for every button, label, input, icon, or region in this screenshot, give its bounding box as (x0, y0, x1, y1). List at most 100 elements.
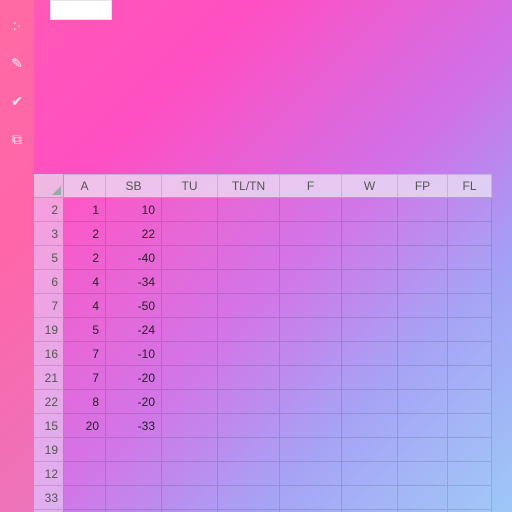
cell[interactable] (64, 438, 106, 462)
row-header[interactable]: 19 (34, 318, 64, 342)
cell[interactable]: -20 (106, 366, 162, 390)
cell[interactable] (398, 318, 448, 342)
cell[interactable]: 2 (64, 222, 106, 246)
cell[interactable] (162, 222, 218, 246)
name-box-input[interactable] (50, 0, 112, 20)
cell[interactable] (280, 462, 342, 486)
cell[interactable] (398, 390, 448, 414)
row-header[interactable]: 3 (34, 222, 64, 246)
cell[interactable] (448, 462, 492, 486)
col-header-TU[interactable]: TU (162, 174, 218, 198)
cell[interactable] (218, 318, 280, 342)
cell[interactable] (218, 198, 280, 222)
cell[interactable] (342, 246, 398, 270)
cell[interactable] (280, 390, 342, 414)
cell[interactable] (448, 486, 492, 510)
cell[interactable] (398, 486, 448, 510)
cell[interactable] (162, 294, 218, 318)
cell[interactable] (342, 342, 398, 366)
cell[interactable] (280, 294, 342, 318)
cell[interactable]: -34 (106, 270, 162, 294)
cell[interactable] (398, 246, 448, 270)
cell[interactable] (342, 198, 398, 222)
cell[interactable] (218, 462, 280, 486)
cell[interactable] (162, 414, 218, 438)
cell[interactable] (162, 390, 218, 414)
row-header[interactable]: 21 (34, 366, 64, 390)
cell[interactable] (448, 318, 492, 342)
cell[interactable] (218, 294, 280, 318)
menu-dots-icon[interactable]: :· (8, 16, 26, 34)
cell[interactable] (342, 486, 398, 510)
cell[interactable] (448, 246, 492, 270)
cell[interactable]: -33 (106, 414, 162, 438)
cell[interactable] (280, 414, 342, 438)
cell[interactable] (342, 366, 398, 390)
cell[interactable] (342, 270, 398, 294)
cell[interactable] (448, 222, 492, 246)
cell[interactable] (280, 246, 342, 270)
cell[interactable] (280, 222, 342, 246)
cell[interactable]: 10 (106, 198, 162, 222)
cell[interactable] (448, 366, 492, 390)
cell[interactable]: -20 (106, 390, 162, 414)
cell[interactable] (106, 462, 162, 486)
cell[interactable] (398, 414, 448, 438)
cell[interactable] (448, 342, 492, 366)
cell[interactable] (448, 270, 492, 294)
cell[interactable] (342, 390, 398, 414)
cell[interactable] (342, 438, 398, 462)
cell[interactable]: 8 (64, 390, 106, 414)
row-header[interactable]: 15 (34, 414, 64, 438)
row-header[interactable]: 7 (34, 294, 64, 318)
cell[interactable] (280, 366, 342, 390)
cell[interactable] (342, 318, 398, 342)
check-icon[interactable]: ✔ (8, 92, 26, 110)
col-header-FL[interactable]: FL (448, 174, 492, 198)
row-header[interactable]: 22 (34, 390, 64, 414)
cell[interactable] (162, 318, 218, 342)
cell[interactable]: -24 (106, 318, 162, 342)
cell[interactable] (162, 342, 218, 366)
cell[interactable] (398, 198, 448, 222)
spreadsheet-grid[interactable]: A SB TU TL/TN F W FP FL 2 1 10 3 2 22 (34, 174, 512, 512)
cell[interactable] (162, 366, 218, 390)
cell[interactable] (398, 462, 448, 486)
cell[interactable]: 1 (64, 198, 106, 222)
cell[interactable] (280, 270, 342, 294)
cell[interactable] (218, 342, 280, 366)
cell[interactable] (280, 198, 342, 222)
cell[interactable] (398, 438, 448, 462)
col-header-F[interactable]: F (280, 174, 342, 198)
cell[interactable] (162, 486, 218, 510)
cell[interactable]: 4 (64, 294, 106, 318)
link-icon[interactable]: ⧉ (8, 130, 26, 148)
col-header-W[interactable]: W (342, 174, 398, 198)
cell[interactable]: -10 (106, 342, 162, 366)
cell[interactable]: -50 (106, 294, 162, 318)
cell[interactable] (398, 342, 448, 366)
cell[interactable] (218, 438, 280, 462)
row-header[interactable]: 33 (34, 486, 64, 510)
cell[interactable]: 2 (64, 246, 106, 270)
cell[interactable]: 20 (64, 414, 106, 438)
row-header[interactable]: 19 (34, 438, 64, 462)
cell[interactable]: 22 (106, 222, 162, 246)
cell[interactable] (342, 462, 398, 486)
cell[interactable] (218, 270, 280, 294)
cell[interactable] (162, 270, 218, 294)
cell[interactable]: 5 (64, 318, 106, 342)
cell[interactable] (64, 486, 106, 510)
cell[interactable] (280, 486, 342, 510)
cell[interactable] (398, 366, 448, 390)
cell[interactable] (342, 222, 398, 246)
cell[interactable] (448, 390, 492, 414)
cell[interactable] (64, 462, 106, 486)
row-header[interactable]: 16 (34, 342, 64, 366)
row-header[interactable]: 2 (34, 198, 64, 222)
row-header[interactable]: 6 (34, 270, 64, 294)
cell[interactable]: -40 (106, 246, 162, 270)
cell[interactable] (280, 342, 342, 366)
cell[interactable] (218, 486, 280, 510)
cell[interactable]: 7 (64, 366, 106, 390)
